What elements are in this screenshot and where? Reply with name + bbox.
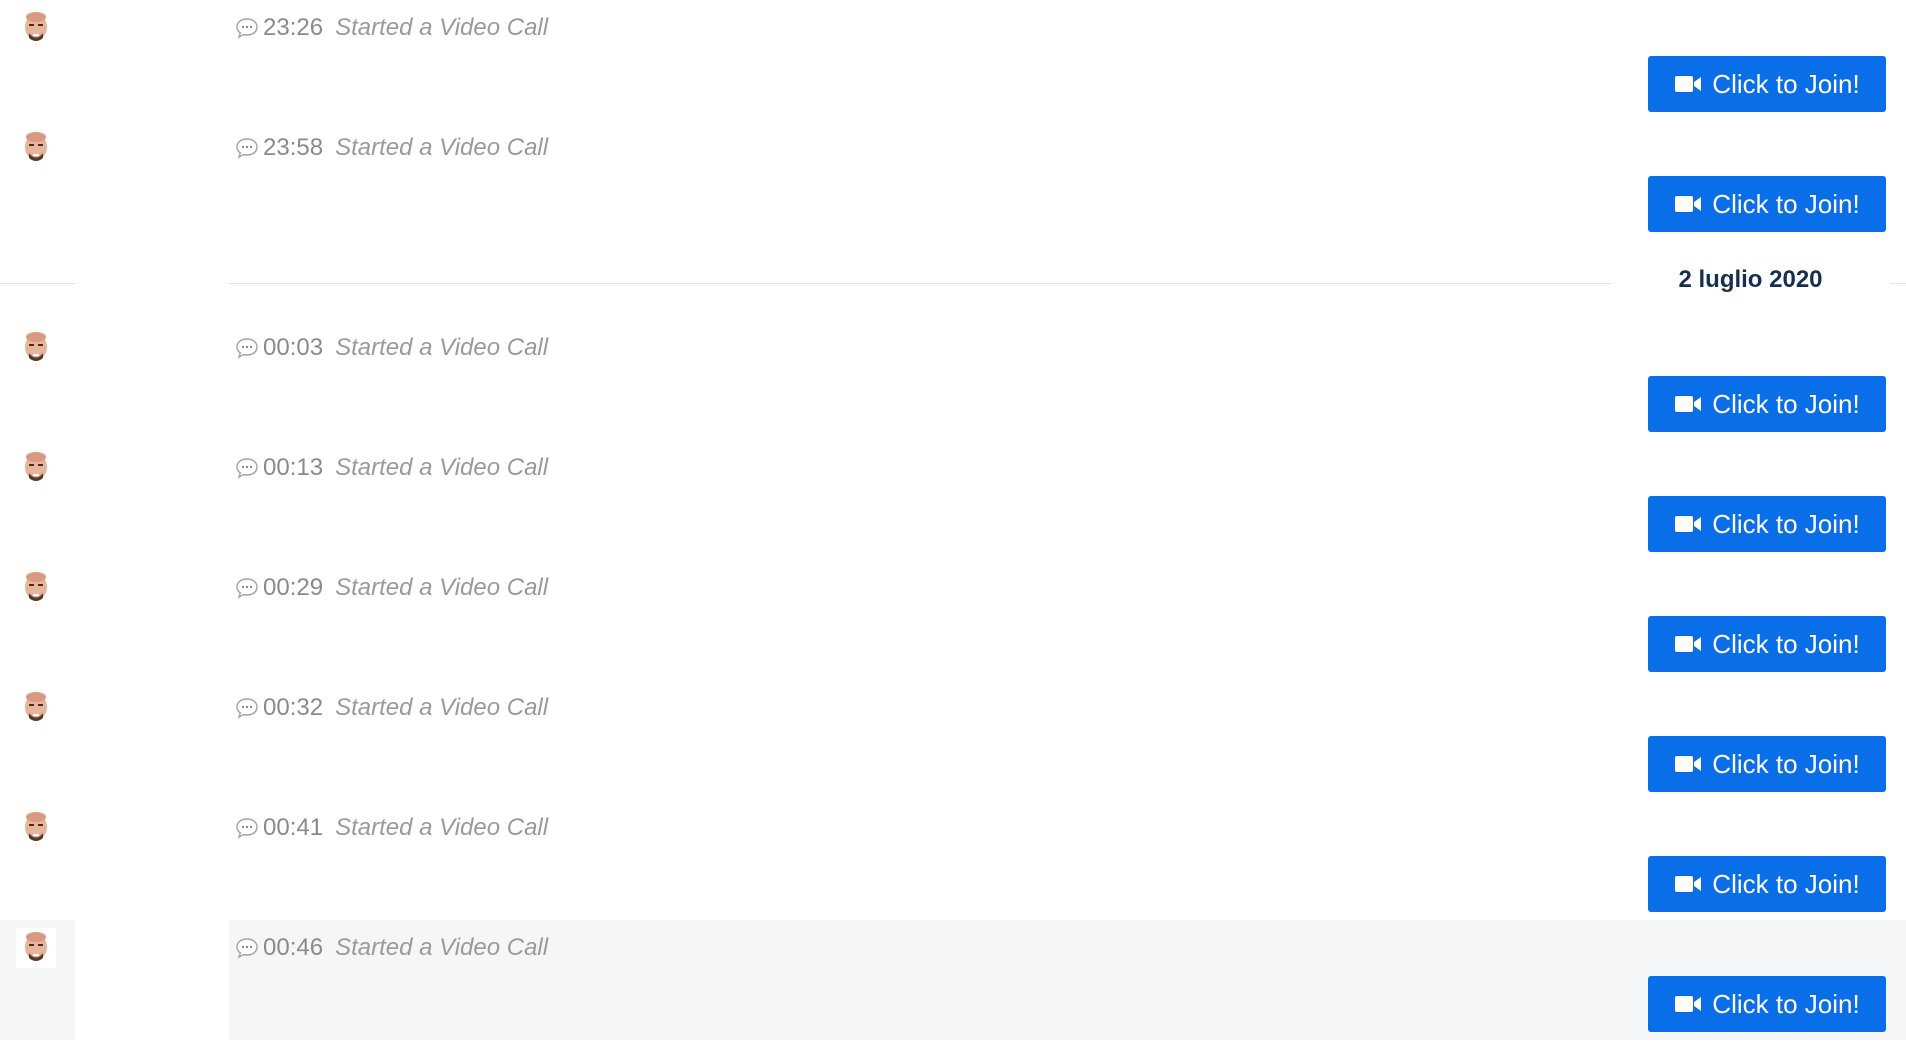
message-action: Started a Video Call (335, 134, 549, 161)
divider-line (0, 283, 75, 284)
video-camera-icon (1674, 74, 1702, 94)
message-row: 00:03 Started a Video Call Click to Join… (0, 320, 1906, 440)
message-row: 23:58 Started a Video Call Click to Join… (0, 120, 1906, 240)
message-time: 00:13 (263, 454, 324, 481)
join-call-button[interactable]: Click to Join! (1648, 736, 1886, 792)
message-action: Started a Video Call (335, 694, 549, 721)
message-time: 00:46 (263, 934, 324, 961)
message-meta: 00:29 Started a Video Call (235, 572, 548, 604)
message-row: 00:32 Started a Video Call Click to Join… (0, 680, 1906, 800)
avatar-icon[interactable] (16, 328, 56, 368)
message-meta: 23:58 Started a Video Call (235, 132, 548, 164)
video-camera-icon (1674, 634, 1702, 654)
join-call-button[interactable]: Click to Join! (1648, 176, 1886, 232)
join-call-button[interactable]: Click to Join! (1648, 856, 1886, 912)
message-row: 23:26 Started a Video Call Click to Join… (0, 0, 1906, 120)
message-meta: 00:32 Started a Video Call (235, 692, 548, 724)
chat-bubble-icon (235, 937, 259, 959)
message-time: 00:32 (263, 694, 324, 721)
message-action: Started a Video Call (335, 14, 549, 41)
divider-line (1890, 283, 1906, 284)
avatar-icon[interactable] (16, 448, 56, 488)
chat-bubble-icon (235, 817, 259, 839)
avatar-icon[interactable] (16, 688, 56, 728)
message-row: 00:41 Started a Video Call Click to Join… (0, 800, 1906, 920)
message-row: 00:13 Started a Video Call Click to Join… (0, 440, 1906, 560)
chat-bubble-icon (235, 577, 259, 599)
video-camera-icon (1674, 514, 1702, 534)
join-button-label: Click to Join! (1712, 508, 1860, 539)
message-time: 00:41 (263, 814, 324, 841)
avatar-icon[interactable] (16, 128, 56, 168)
chat-bubble-icon (235, 137, 259, 159)
join-call-button[interactable]: Click to Join! (1648, 616, 1886, 672)
message-meta: 00:13 Started a Video Call (235, 452, 548, 484)
chat-bubble-icon (235, 337, 259, 359)
message-time: 23:58 (263, 134, 324, 161)
join-button-label: Click to Join! (1712, 988, 1860, 1019)
message-action: Started a Video Call (335, 574, 549, 601)
avatar-icon[interactable] (16, 808, 56, 848)
join-button-label: Click to Join! (1712, 188, 1860, 219)
date-divider: 2 luglio 2020 (0, 262, 1906, 306)
video-camera-icon (1674, 194, 1702, 214)
message-time: 00:29 (263, 574, 324, 601)
message-action: Started a Video Call (335, 454, 549, 481)
message-action: Started a Video Call (335, 334, 549, 361)
join-call-button[interactable]: Click to Join! (1648, 56, 1886, 112)
video-camera-icon (1674, 994, 1702, 1014)
chat-bubble-icon (235, 697, 259, 719)
message-meta: 00:03 Started a Video Call (235, 332, 548, 364)
join-call-button[interactable]: Click to Join! (1648, 496, 1886, 552)
divider-line (229, 283, 1611, 284)
message-row: 00:29 Started a Video Call Click to Join… (0, 560, 1906, 680)
video-camera-icon (1674, 754, 1702, 774)
message-time: 23:26 (263, 14, 324, 41)
avatar-icon[interactable] (16, 928, 56, 968)
message-action: Started a Video Call (335, 934, 549, 961)
message-feed: 23:26 Started a Video Call Click to Join… (0, 0, 1906, 1054)
join-call-button[interactable]: Click to Join! (1648, 376, 1886, 432)
join-button-label: Click to Join! (1712, 868, 1860, 899)
video-camera-icon (1674, 874, 1702, 894)
message-meta: 23:26 Started a Video Call (235, 12, 548, 44)
date-label: 2 luglio 2020 (1678, 266, 1823, 293)
join-call-button[interactable]: Click to Join! (1648, 976, 1886, 1032)
chat-bubble-icon (235, 17, 259, 39)
video-camera-icon (1674, 394, 1702, 414)
chat-bubble-icon (235, 457, 259, 479)
message-action: Started a Video Call (335, 814, 549, 841)
message-meta: 00:41 Started a Video Call (235, 812, 548, 844)
join-button-label: Click to Join! (1712, 628, 1860, 659)
avatar-icon[interactable] (16, 8, 56, 48)
message-time: 00:03 (263, 334, 324, 361)
message-meta: 00:46 Started a Video Call (235, 932, 548, 964)
avatar-icon[interactable] (16, 568, 56, 608)
join-button-label: Click to Join! (1712, 68, 1860, 99)
join-button-label: Click to Join! (1712, 388, 1860, 419)
join-button-label: Click to Join! (1712, 748, 1860, 779)
message-row-hovered: 00:46 Started a Video Call Click to Join… (0, 920, 1906, 1040)
